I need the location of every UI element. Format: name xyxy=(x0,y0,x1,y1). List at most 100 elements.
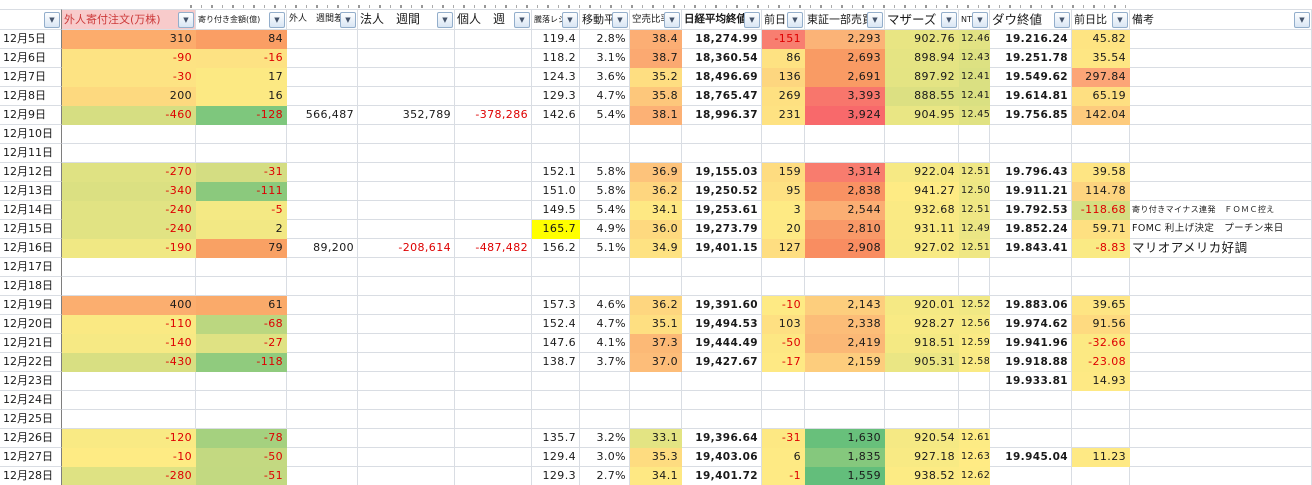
cell-mothers[interactable]: 927.02 xyxy=(885,239,959,258)
cell-gaijin-weekly[interactable] xyxy=(287,448,358,467)
row-header-date[interactable]: 12月15日 xyxy=(0,220,62,239)
cell-yoritsuki-amount[interactable] xyxy=(196,258,287,277)
cell-moving-average[interactable]: 2.8% xyxy=(580,30,630,49)
cell-kojin-weekly[interactable] xyxy=(455,429,532,448)
cell-dow-close[interactable]: 19.945.04 xyxy=(990,448,1072,467)
cell-toraku-ratio[interactable] xyxy=(532,410,580,429)
cell-nikkei-change[interactable]: 3 xyxy=(762,201,805,220)
cell-kojin-weekly[interactable] xyxy=(455,258,532,277)
cell-hojin-weekly[interactable] xyxy=(358,372,455,391)
cell-toraku-ratio[interactable]: 152.1 xyxy=(532,163,580,182)
cell-gaijin-weekly[interactable] xyxy=(287,372,358,391)
cell-dow-close[interactable] xyxy=(990,467,1072,485)
cell-kojin-weekly[interactable] xyxy=(455,296,532,315)
cell-nikkei-change[interactable]: 103 xyxy=(762,315,805,334)
cell-gaijin-weekly[interactable] xyxy=(287,201,358,220)
cell-nikkei-change[interactable]: 6 xyxy=(762,448,805,467)
cell-mothers[interactable]: 941.27 xyxy=(885,182,959,201)
cell-toraku-ratio[interactable] xyxy=(532,372,580,391)
cell-dow-close[interactable]: 19.251.78 xyxy=(990,49,1072,68)
cell-nikkei-close[interactable]: 19,427.67 xyxy=(682,353,762,372)
filter-button[interactable]: ▼ xyxy=(340,12,356,28)
cell-nikkei-close[interactable]: 19,403.06 xyxy=(682,448,762,467)
row-header-date[interactable]: 12月26日 xyxy=(0,429,62,448)
cell-dow-close[interactable]: 19.918.88 xyxy=(990,353,1072,372)
cell-biko[interactable] xyxy=(1130,429,1312,448)
cell-nikkei-change[interactable]: 127 xyxy=(762,239,805,258)
cell-biko[interactable]: FOMC 利上げ決定 プーチン来日 xyxy=(1130,220,1312,239)
row-header-date[interactable]: 12月21日 xyxy=(0,334,62,353)
cell-mothers[interactable]: 931.11 xyxy=(885,220,959,239)
cell-short-sell-ratio[interactable]: 36.0 xyxy=(630,220,682,239)
cell-dow-close[interactable]: 19.933.81 xyxy=(990,372,1072,391)
row-header-date[interactable]: 12月19日 xyxy=(0,296,62,315)
cell-short-sell-ratio[interactable]: 37.0 xyxy=(630,353,682,372)
cell-nikkei-close[interactable]: 19,401.15 xyxy=(682,239,762,258)
cell-toraku-ratio[interactable] xyxy=(532,277,580,296)
row-header-date[interactable]: 12月20日 xyxy=(0,315,62,334)
cell-gaijin-weekly[interactable]: 89,200 xyxy=(287,239,358,258)
cell-kojin-weekly[interactable] xyxy=(455,68,532,87)
cell-yoritsuki-amount[interactable]: -16 xyxy=(196,49,287,68)
cell-dow-change[interactable]: 45.82 xyxy=(1072,30,1130,49)
cell-toraku-ratio[interactable]: 119.4 xyxy=(532,30,580,49)
cell-gaijin-weekly[interactable] xyxy=(287,296,358,315)
filter-button[interactable]: ▼ xyxy=(514,12,530,28)
cell-gaijin-yoritsuki-order[interactable] xyxy=(62,372,196,391)
cell-mothers[interactable]: 902.76 xyxy=(885,30,959,49)
cell-short-sell-ratio[interactable]: 35.8 xyxy=(630,87,682,106)
cell-moving-average[interactable]: 5.8% xyxy=(580,182,630,201)
cell-nikkei-change[interactable] xyxy=(762,144,805,163)
cell-moving-average[interactable]: 5.1% xyxy=(580,239,630,258)
cell-gaijin-weekly[interactable] xyxy=(287,30,358,49)
cell-biko[interactable] xyxy=(1130,106,1312,125)
cell-dow-close[interactable]: 19.614.81 xyxy=(990,87,1072,106)
filter-button[interactable]: ▼ xyxy=(941,12,957,28)
filter-button[interactable]: ▼ xyxy=(1112,12,1128,28)
filter-button[interactable]: ▼ xyxy=(562,12,578,28)
cell-tosho-ichibu[interactable]: 2,544 xyxy=(805,201,885,220)
cell-nikkei-change[interactable] xyxy=(762,391,805,410)
cell-kojin-weekly[interactable]: -487,482 xyxy=(455,239,532,258)
cell-gaijin-yoritsuki-order[interactable]: -30 xyxy=(62,68,196,87)
row-header-date[interactable]: 12月11日 xyxy=(0,144,62,163)
cell-gaijin-yoritsuki-order[interactable]: 200 xyxy=(62,87,196,106)
cell-moving-average[interactable]: 4.7% xyxy=(580,315,630,334)
filter-button[interactable]: ▼ xyxy=(1054,12,1070,28)
cell-dow-close[interactable] xyxy=(990,429,1072,448)
cell-yoritsuki-amount[interactable]: 17 xyxy=(196,68,287,87)
cell-mothers[interactable] xyxy=(885,258,959,277)
cell-nikkei-change[interactable] xyxy=(762,277,805,296)
cell-nt-ratio[interactable]: 12.46 xyxy=(959,30,990,49)
filter-button[interactable]: ▼ xyxy=(269,12,285,28)
cell-hojin-weekly[interactable] xyxy=(358,220,455,239)
cell-gaijin-yoritsuki-order[interactable]: -240 xyxy=(62,201,196,220)
cell-dow-change[interactable]: 91.56 xyxy=(1072,315,1130,334)
cell-short-sell-ratio[interactable]: 35.2 xyxy=(630,68,682,87)
cell-biko[interactable] xyxy=(1130,49,1312,68)
cell-dow-change[interactable]: 65.19 xyxy=(1072,87,1130,106)
cell-toraku-ratio[interactable]: 129.4 xyxy=(532,448,580,467)
cell-gaijin-weekly[interactable] xyxy=(287,87,358,106)
cell-short-sell-ratio[interactable]: 38.7 xyxy=(630,49,682,68)
cell-yoritsuki-amount[interactable]: 61 xyxy=(196,296,287,315)
cell-gaijin-yoritsuki-order[interactable]: 400 xyxy=(62,296,196,315)
cell-kojin-weekly[interactable] xyxy=(455,372,532,391)
cell-kojin-weekly[interactable] xyxy=(455,125,532,144)
cell-gaijin-yoritsuki-order[interactable]: -430 xyxy=(62,353,196,372)
cell-nt-ratio[interactable]: 12.52 xyxy=(959,296,990,315)
cell-hojin-weekly[interactable] xyxy=(358,277,455,296)
cell-toraku-ratio[interactable]: 156.2 xyxy=(532,239,580,258)
cell-nikkei-close[interactable] xyxy=(682,391,762,410)
cell-mothers[interactable]: 927.18 xyxy=(885,448,959,467)
cell-gaijin-weekly[interactable] xyxy=(287,182,358,201)
cell-dow-close[interactable]: 19.792.53 xyxy=(990,201,1072,220)
cell-dow-close[interactable]: 19.852.24 xyxy=(990,220,1072,239)
cell-moving-average[interactable]: 2.7% xyxy=(580,467,630,485)
cell-short-sell-ratio[interactable] xyxy=(630,391,682,410)
cell-gaijin-weekly[interactable] xyxy=(287,49,358,68)
cell-biko[interactable] xyxy=(1130,68,1312,87)
cell-dow-change[interactable]: 297.84 xyxy=(1072,68,1130,87)
cell-gaijin-weekly[interactable]: 566,487 xyxy=(287,106,358,125)
cell-gaijin-yoritsuki-order[interactable]: -240 xyxy=(62,220,196,239)
